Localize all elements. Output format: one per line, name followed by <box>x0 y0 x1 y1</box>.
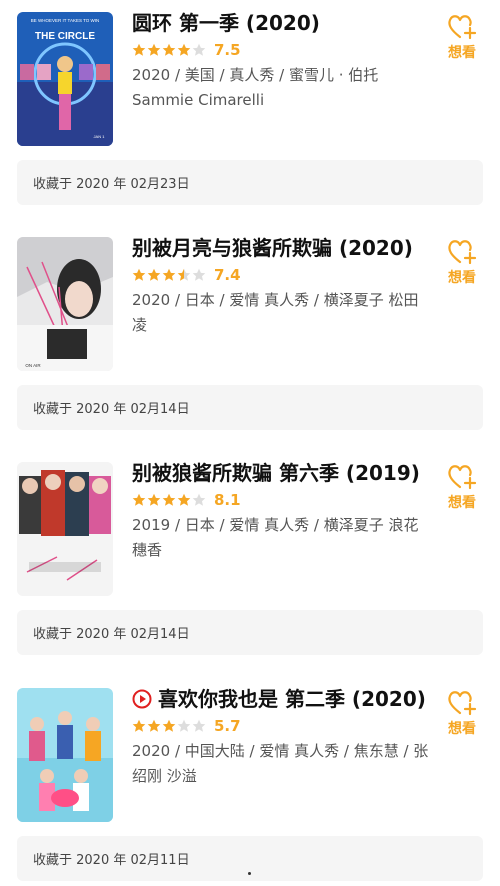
heart-plus-icon <box>448 465 477 490</box>
want-label: 想看 <box>448 495 476 511</box>
collected-date-bar: 收藏于 2020 年 02月14日 <box>17 610 483 655</box>
item-title[interactable]: 别被月亮与狼酱所欺骗 (2020) <box>132 235 432 261</box>
rating-score: 5.7 <box>214 717 241 735</box>
rating-row: 8.1 <box>132 489 432 511</box>
want-label: 想看 <box>448 45 476 61</box>
poster-the-circle: BE WHOEVER IT TAKES TO WIN THE CIRCLE JA… <box>17 12 113 146</box>
item-info: 圆环 第一季 (2020) 7.5 2020 / 美国 / 真人秀 / 蜜雪儿 … <box>132 10 432 113</box>
star-icon <box>177 719 191 732</box>
rating-score: 7.5 <box>214 41 241 59</box>
star-icon <box>147 719 161 732</box>
want-label: 想看 <box>448 270 476 286</box>
item-meta: 2020 / 美国 / 真人秀 / 蜜雪儿 · 伯托 Sammie Cimare… <box>132 66 379 109</box>
poster-date: JAN 1 <box>94 134 106 139</box>
star-icon <box>177 493 191 506</box>
poster-badge: ON AIR <box>25 363 41 368</box>
scroll-indicator-dot <box>248 872 251 875</box>
star-icon <box>192 43 206 56</box>
item-title[interactable]: 喜欢你我也是 第二季 (2020) <box>132 686 432 712</box>
star-icon <box>147 493 161 506</box>
want-to-watch-button[interactable]: 想看 <box>440 14 484 62</box>
poster-love-you-too <box>17 688 113 822</box>
star-icon <box>147 268 161 281</box>
star-icon <box>132 43 146 56</box>
star-rating <box>132 43 206 57</box>
star-rating <box>132 719 206 733</box>
star-icon <box>162 268 176 281</box>
star-icon <box>162 719 176 732</box>
poster-title: THE CIRCLE <box>35 31 95 42</box>
collected-date: 收藏于 2020 年 02月14日 <box>33 627 190 642</box>
play-icon <box>132 689 152 709</box>
poster-wolf-moon: ON AIR <box>17 237 113 371</box>
star-icon <box>132 493 146 506</box>
rating-row: 7.5 <box>132 39 432 61</box>
want-to-watch-button[interactable]: 想看 <box>440 239 484 287</box>
list-item[interactable]: 别被狼酱所欺骗 第六季 (2019) 8.1 2019 / 日本 / 爱情 真人… <box>0 450 500 660</box>
list-item[interactable]: ON AIR 别被月亮与狼酱所欺骗 (2020) 7.4 2020 / 日本 /… <box>0 225 500 435</box>
collected-date-bar: 收藏于 2020 年 02月14日 <box>17 385 483 430</box>
collected-date-bar: 收藏于 2020 年 02月23日 <box>17 160 483 205</box>
item-meta: 2020 / 日本 / 爱情 真人秀 / 横泽夏子 松田凌 <box>132 291 419 334</box>
star-icon <box>147 43 161 56</box>
want-label: 想看 <box>448 721 476 737</box>
list-item[interactable]: BE WHOEVER IT TAKES TO WIN THE CIRCLE JA… <box>0 0 500 210</box>
star-icon <box>192 493 206 506</box>
item-meta: 2019 / 日本 / 爱情 真人秀 / 横泽夏子 浪花穗香 <box>132 516 419 559</box>
poster-image[interactable] <box>17 688 113 822</box>
star-rating <box>132 268 206 282</box>
collected-date: 收藏于 2020 年 02月23日 <box>33 177 190 192</box>
star-icon <box>192 268 206 281</box>
star-icon <box>132 268 146 281</box>
star-icon <box>132 719 146 732</box>
star-icon <box>162 43 176 56</box>
item-info: 别被月亮与狼酱所欺骗 (2020) 7.4 2020 / 日本 / 爱情 真人秀… <box>132 235 432 338</box>
item-title[interactable]: 别被狼酱所欺骗 第六季 (2019) <box>132 460 432 486</box>
rating-score: 8.1 <box>214 491 241 509</box>
heart-plus-icon <box>448 691 477 716</box>
collected-date: 收藏于 2020 年 02月11日 <box>33 853 190 868</box>
star-icon <box>162 493 176 506</box>
want-to-watch-button[interactable]: 想看 <box>440 464 484 512</box>
star-icon <box>177 43 191 56</box>
item-info: 喜欢你我也是 第二季 (2020) 5.7 2020 / 中国大陆 / 爱情 真… <box>132 686 432 789</box>
star-icon <box>177 268 191 281</box>
collected-date: 收藏于 2020 年 02月14日 <box>33 402 190 417</box>
item-title[interactable]: 圆环 第一季 (2020) <box>132 10 432 36</box>
poster-image[interactable] <box>17 462 113 596</box>
heart-plus-icon <box>448 240 477 265</box>
item-info: 别被狼酱所欺骗 第六季 (2019) 8.1 2019 / 日本 / 爱情 真人… <box>132 460 432 563</box>
poster-image[interactable]: BE WHOEVER IT TAKES TO WIN THE CIRCLE JA… <box>17 12 113 146</box>
want-to-watch-button[interactable]: 想看 <box>440 690 484 738</box>
star-icon <box>192 719 206 732</box>
item-meta: 2020 / 中国大陆 / 爱情 真人秀 / 焦东慧 / 张绍刚 沙溢 <box>132 742 429 785</box>
rating-row: 7.4 <box>132 264 432 286</box>
poster-image[interactable]: ON AIR <box>17 237 113 371</box>
rating-row: 5.7 <box>132 715 432 737</box>
poster-wolf-season6 <box>17 462 113 596</box>
poster-tagline: BE WHOEVER IT TAKES TO WIN <box>31 18 100 23</box>
heart-plus-icon <box>448 15 477 40</box>
star-rating <box>132 493 206 507</box>
list-item[interactable]: 喜欢你我也是 第二季 (2020) 5.7 2020 / 中国大陆 / 爱情 真… <box>0 676 500 886</box>
rating-score: 7.4 <box>214 266 241 284</box>
